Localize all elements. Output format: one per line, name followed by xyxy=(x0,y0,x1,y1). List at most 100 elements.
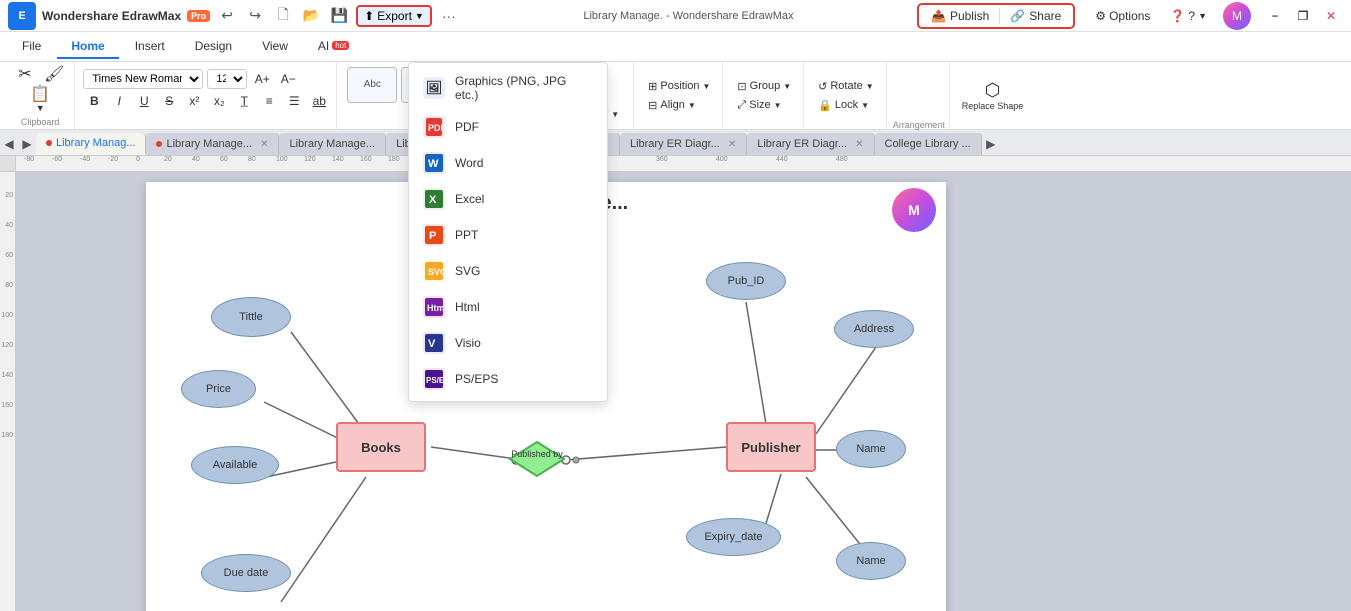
entity-publisher[interactable]: Publisher xyxy=(726,422,816,472)
attr-name-top[interactable]: Name xyxy=(836,430,906,468)
undo-button[interactable]: ↩ xyxy=(216,5,238,27)
title-bar-right: 📤 Publish 🔗 Share ⚙ Options ❓ ? ▼ M − ❐ … xyxy=(917,2,1343,30)
pdf-label: PDF xyxy=(455,120,479,134)
attr-name-bottom[interactable]: Name xyxy=(836,542,906,580)
minimize-button[interactable]: − xyxy=(1263,4,1287,28)
style-box-1[interactable]: Abc xyxy=(347,67,397,103)
share-label: Share xyxy=(1029,9,1061,23)
arrangement-group: Arrangement xyxy=(889,62,950,130)
tab-design[interactable]: Design xyxy=(181,35,246,59)
rotate-label: Rotate xyxy=(830,80,862,92)
align-button[interactable]: ≡ xyxy=(258,90,280,112)
close-button[interactable]: ✕ xyxy=(1319,4,1343,28)
strikethrough-button[interactable]: S xyxy=(158,90,180,112)
export-html[interactable]: Html Html xyxy=(409,289,607,325)
attr-expiry-date[interactable]: Expiry_date xyxy=(686,518,781,556)
rotate-button[interactable]: ↺ Rotate ▼ xyxy=(812,78,880,95)
tab-ai[interactable]: AI hot xyxy=(304,35,363,59)
restore-button[interactable]: ❐ xyxy=(1291,4,1315,28)
tab-view[interactable]: View xyxy=(248,35,302,59)
word-label: Word xyxy=(455,156,483,170)
size-button[interactable]: ⤢ Size ▼ xyxy=(731,97,797,114)
attr-title[interactable]: Tittle xyxy=(211,297,291,337)
app-logo: E xyxy=(8,2,36,30)
tab-home[interactable]: Home xyxy=(57,35,118,59)
tab-nav-prev[interactable]: ◀ xyxy=(0,133,18,155)
canvas-area: -80 -60 -40 -20 0 20 40 60 80 100 120 14… xyxy=(0,156,1351,611)
font-size-select[interactable]: 12 xyxy=(207,69,247,89)
canvas-with-vruler: 20 40 60 80 100 120 140 160 180 Library … xyxy=(0,172,1351,611)
tab-nav-right[interactable]: ▶ xyxy=(982,133,1000,155)
tab-library-manage-3[interactable]: Library Manage... xyxy=(279,133,386,155)
relation-published-by[interactable]: Published by xyxy=(508,440,566,478)
lock-button[interactable]: 🔒 Lock ▼ xyxy=(812,97,880,114)
export-button[interactable]: ⬆ Export ▼ xyxy=(356,5,432,27)
decrease-font-button[interactable]: A− xyxy=(277,68,299,90)
new-button[interactable]: 🗋 xyxy=(272,5,294,27)
redo-button[interactable]: ↪ xyxy=(244,5,266,27)
font-family-select[interactable]: Times New Roman xyxy=(83,69,203,89)
underline-button[interactable]: U xyxy=(133,90,155,112)
export-word[interactable]: W Word xyxy=(409,145,607,181)
tab-er-diag-2[interactable]: Library ER Diagr... ✕ xyxy=(620,133,747,155)
export-pseps[interactable]: PS/E PS/EPS xyxy=(409,361,607,397)
pseps-icon: PS/E xyxy=(423,368,445,390)
tab-close-2[interactable]: ✕ xyxy=(260,139,268,150)
shadow-dropdown-icon: ▼ xyxy=(611,110,619,119)
export-pdf[interactable]: PDF PDF xyxy=(409,109,607,145)
tab-close-6[interactable]: ✕ xyxy=(728,139,736,150)
replace-shape-button[interactable]: ⬡ Replace Shape xyxy=(958,78,1028,113)
attr-available[interactable]: Available xyxy=(191,446,279,484)
export-excel[interactable]: X Excel xyxy=(409,181,607,217)
pdf-icon: PDF xyxy=(423,116,445,138)
attr-price[interactable]: Price xyxy=(181,370,256,408)
increase-font-button[interactable]: A+ xyxy=(251,68,273,90)
share-icon: 🔗 xyxy=(1010,9,1025,23)
position-group: ⊞ Position ▼ ⊟ Align ▼ xyxy=(636,62,723,130)
save-button[interactable]: 💾 xyxy=(328,5,350,27)
export-visio[interactable]: V Visio xyxy=(409,325,607,361)
tab-library-manage-1[interactable]: Library Manag... xyxy=(36,133,146,155)
underline2-button[interactable]: ab xyxy=(308,90,330,112)
bold-button[interactable]: B xyxy=(83,90,105,112)
paste-button[interactable]: 📋 ▼ xyxy=(26,85,54,115)
more-button[interactable]: ··· xyxy=(438,5,460,27)
position-button[interactable]: ⊞ Position ▼ xyxy=(642,78,716,95)
entity-books[interactable]: Books xyxy=(336,422,426,472)
subscript-button[interactable]: x₂ xyxy=(208,90,230,112)
attr-due-date[interactable]: Due date xyxy=(201,554,291,592)
share-button[interactable]: 🔗 Share xyxy=(1004,7,1067,25)
cut-button[interactable]: ✂ xyxy=(12,65,38,85)
export-ppt[interactable]: P PPT xyxy=(409,217,607,253)
text-transform-button[interactable]: T̲ xyxy=(233,90,255,112)
help-button[interactable]: ❓ ? ▼ xyxy=(1162,6,1215,26)
tab-college-library[interactable]: College Library ... xyxy=(875,133,982,155)
user-avatar[interactable]: M xyxy=(1223,2,1251,30)
tab-close-7[interactable]: ✕ xyxy=(855,139,863,150)
open-button[interactable]: 📂 xyxy=(300,5,322,27)
font-group: Times New Roman 12 A+ A− B I U S x² x₂ T… xyxy=(77,62,337,129)
lock-label: Lock xyxy=(835,99,858,111)
tab-insert[interactable]: Insert xyxy=(121,35,179,59)
tab-library-manage-2[interactable]: Library Manage... ✕ xyxy=(146,133,279,155)
format-painter-button[interactable]: 🖌 xyxy=(40,65,68,85)
tab-nav-next[interactable]: ▶ xyxy=(18,133,36,155)
list-button[interactable]: ☰ xyxy=(283,90,305,112)
italic-button[interactable]: I xyxy=(108,90,130,112)
group-button[interactable]: ⊡ Group ▼ xyxy=(731,78,797,95)
superscript-button[interactable]: x² xyxy=(183,90,205,112)
export-graphics[interactable]: 🖼 Graphics (PNG, JPG etc.) xyxy=(409,67,607,109)
export-svg[interactable]: SVG SVG xyxy=(409,253,607,289)
ai-avatar[interactable]: M xyxy=(892,188,936,232)
canvas-container[interactable]: Library Manage... xyxy=(16,172,1351,611)
align2-button[interactable]: ⊟ Align ▼ xyxy=(642,97,716,114)
tab-label-1: Library Manag... xyxy=(56,137,135,149)
options-button[interactable]: ⚙ Options xyxy=(1087,6,1158,26)
tab-er-diag-3[interactable]: Library ER Diagr... ✕ xyxy=(747,133,874,155)
tab-file[interactable]: File xyxy=(8,35,55,59)
svg-text:X: X xyxy=(429,194,437,206)
publish-button[interactable]: 📤 Publish xyxy=(925,7,995,25)
attr-address[interactable]: Address xyxy=(834,310,914,348)
attr-pub-id[interactable]: Pub_ID xyxy=(706,262,786,300)
svg-icon: SVG xyxy=(423,260,445,282)
